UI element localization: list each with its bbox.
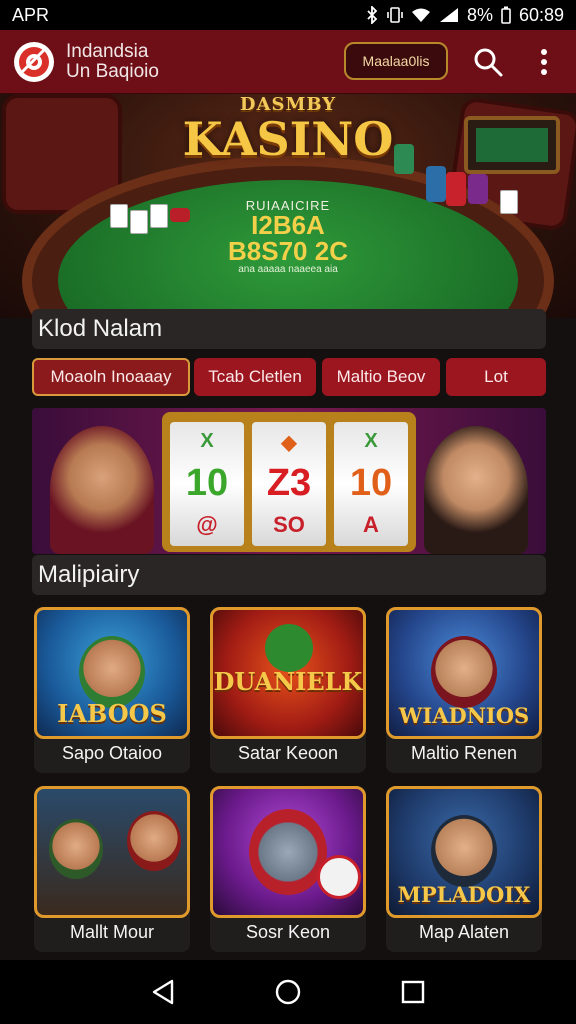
game-tile[interactable]: WIADNIOS Maltio Renen — [386, 607, 542, 773]
reel-symbol: Z3 — [266, 462, 312, 504]
section-title: Malipiairy — [38, 561, 140, 588]
reel-symbol: @ — [196, 512, 218, 537]
game-art-image: DUANIELK — [210, 607, 366, 739]
slot-promo-banner[interactable]: X 10 @ ◆ Z3 SO X 10 A — [32, 408, 546, 554]
chip-stack-image — [426, 166, 446, 202]
vibrate-icon — [387, 6, 403, 24]
battery-text: 8% — [466, 4, 493, 25]
game-title: Mallt Mour — [69, 922, 154, 942]
back-icon[interactable] — [143, 972, 183, 1012]
game-tile[interactable]: Sosr Keon — [210, 786, 366, 952]
section-header: Klod Nalam — [32, 309, 546, 349]
recents-icon[interactable] — [393, 972, 433, 1012]
tab-tcab-cletlen[interactable]: Tcab Cletlen — [194, 358, 316, 396]
more-vert-icon[interactable] — [530, 46, 558, 78]
app-subtitle: Un Baqioio — [66, 60, 159, 82]
section-header: Malipiairy — [32, 555, 546, 595]
slot-reel: X 10 @ — [170, 422, 244, 546]
game-art-image: MPLADOIX — [386, 786, 542, 918]
game-art-image — [34, 786, 190, 918]
slot-reels: X 10 @ ◆ Z3 SO X 10 A — [162, 412, 416, 552]
character-image — [49, 819, 103, 879]
reel-symbol: SO — [273, 512, 305, 537]
slot-reel: X 10 A — [334, 422, 408, 546]
game-art-title: DUANIELK — [213, 667, 363, 696]
tab-maltio-beov[interactable]: Maltio Beov — [322, 358, 440, 396]
tab-moaoln-inoaaay[interactable]: Moaoln Inoaaay — [32, 358, 190, 396]
wifi-icon — [411, 7, 431, 23]
character-image — [424, 426, 528, 554]
battery-icon — [501, 6, 511, 24]
poker-chip-image — [317, 855, 361, 899]
hero-title: KASINO — [182, 112, 394, 166]
app-logo-icon[interactable] — [14, 41, 54, 82]
clock: 60:89 — [518, 4, 564, 25]
app-title: Indandsia — [66, 40, 149, 62]
reel-symbol: 10 — [349, 462, 393, 504]
character-image — [249, 809, 327, 895]
game-art-image: IABOOS — [34, 607, 190, 739]
game-tile[interactable]: DUANIELK Satar Keoon — [210, 607, 366, 773]
status-left-text: APR — [12, 4, 50, 25]
status-icons: 8% 60:89 — [365, 5, 564, 26]
reel-symbol: X — [200, 430, 214, 452]
reel-symbol: ◆ — [281, 432, 297, 454]
app-brand: Indandsia Un Baqioio — [66, 40, 159, 82]
game-title: Satar Keoon — [237, 743, 339, 763]
status-bar: APR 8% 60:89 — [0, 0, 576, 30]
game-art-title: IABOOS — [57, 699, 167, 728]
bluetooth-icon — [365, 6, 379, 24]
app-header: Indandsia Un Baqioio Maalaa0lis — [0, 30, 576, 94]
felt-number-row: B8S70 2C — [228, 236, 348, 266]
reel-symbol: A — [363, 512, 379, 537]
game-art-image — [210, 786, 366, 918]
character-image — [79, 636, 145, 708]
game-art-image: WIADNIOS — [386, 607, 542, 739]
game-tile[interactable]: MPLADOIX Map Alaten — [386, 786, 542, 952]
leaf-emblem-image — [265, 624, 313, 672]
game-title: Maltio Renen — [410, 743, 518, 763]
game-art-title: MPLADOIX — [397, 882, 531, 907]
header-action-button[interactable]: Maalaa0lis — [344, 42, 448, 80]
game-tile[interactable]: Mallt Mour — [34, 786, 190, 952]
game-tile[interactable]: IABOOS Sapo Otaioo — [34, 607, 190, 773]
tab-lot[interactable]: Lot — [446, 358, 546, 396]
slot-reel: ◆ Z3 SO — [252, 422, 326, 546]
system-nav-bar — [0, 960, 576, 1024]
felt-subtext: ana aaaaa naaeea aia — [238, 264, 338, 275]
game-title: Sosr Keon — [245, 922, 331, 942]
reel-symbol: X — [364, 430, 378, 452]
character-image — [431, 815, 497, 887]
section-title: Klod Nalam — [38, 315, 163, 342]
character-image — [50, 426, 154, 554]
character-image — [127, 811, 181, 871]
reel-symbol: 10 — [185, 462, 229, 504]
signal-icon — [439, 7, 459, 23]
game-title: Map Alaten — [418, 922, 510, 942]
search-icon[interactable] — [470, 44, 506, 80]
hero-banner[interactable]: DASMBY KASINO RUIAAICIRE I2B6A B8S70 2C … — [0, 94, 576, 318]
character-image — [431, 636, 497, 708]
game-title: Sapo Otaioo — [61, 743, 163, 763]
game-art-title: WIADNIOS — [398, 703, 530, 728]
home-icon[interactable] — [268, 972, 308, 1012]
